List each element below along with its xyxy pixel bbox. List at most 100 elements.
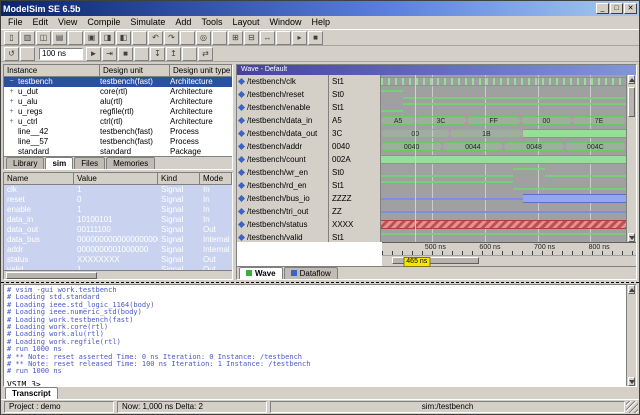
paste-button[interactable]: ◧: [116, 31, 131, 45]
continue-run-button[interactable]: ⇥: [102, 47, 117, 61]
wave-signal-name-row[interactable]: /testbench/valid: [237, 231, 328, 242]
expand-icon[interactable]: +: [7, 87, 16, 96]
menu-item[interactable]: Simulate: [125, 16, 170, 29]
transcript-prompt[interactable]: VSIM 3>: [7, 376, 623, 386]
wave-row[interactable]: [381, 153, 626, 166]
toolbar-separator[interactable]: [20, 47, 35, 61]
expand-icon[interactable]: +: [7, 107, 16, 116]
menu-item[interactable]: Window: [264, 16, 306, 29]
object-row[interactable]: data_in 10100101 Signal In: [4, 215, 232, 225]
scroll-up-arrow-icon[interactable]: [628, 285, 635, 294]
redo-button[interactable]: ↷: [164, 31, 179, 45]
wave-row[interactable]: A53CFF007E: [381, 114, 626, 127]
wave-signal-name-row[interactable]: /testbench/enable: [237, 101, 328, 114]
wave-tab[interactable]: Dataflow: [284, 267, 338, 279]
object-row[interactable]: status XXXXXXXX Signal Out: [4, 255, 232, 265]
column-header-design-unit[interactable]: Design unit: [100, 65, 170, 76]
instance-tree-row[interactable]: line__42 testbench(fast) Process: [4, 127, 232, 137]
undo-button[interactable]: ↶: [148, 31, 163, 45]
instance-tree-row[interactable]: line__57 testbench(fast) Process: [4, 137, 232, 147]
wave-row[interactable]: [381, 88, 626, 101]
workspace-tab[interactable]: Files: [74, 157, 105, 169]
wave-signal-name-row[interactable]: /testbench/rd_en: [237, 179, 328, 192]
wave-cursor-time-badge[interactable]: 465 ns: [403, 257, 430, 267]
close-button[interactable]: ✕: [624, 3, 637, 14]
toolbar-separator[interactable]: [182, 47, 197, 61]
zoom-in-button[interactable]: ⊞: [228, 31, 243, 45]
restart-button[interactable]: ↺: [4, 47, 19, 61]
expand-icon[interactable]: +: [7, 97, 16, 106]
object-row[interactable]: addr 0000000001000000 Signal Internal: [4, 245, 232, 255]
toolbar-separator[interactable]: [134, 47, 149, 61]
workspace-tab[interactable]: sim: [45, 157, 73, 169]
scroll-down-arrow-icon[interactable]: [628, 233, 635, 242]
column-header-instance[interactable]: Instance: [4, 65, 100, 76]
title-bar[interactable]: ModelSim SE 6.5b _ □ ✕: [1, 1, 639, 16]
menu-item[interactable]: Add: [170, 16, 196, 29]
save-button[interactable]: ◫: [36, 31, 51, 45]
wave-signal-name-row[interactable]: /testbench/addr: [237, 140, 328, 153]
menu-item[interactable]: Tools: [196, 16, 227, 29]
expand-icon[interactable]: +: [7, 117, 16, 126]
scroll-down-arrow-icon[interactable]: [628, 377, 635, 386]
transcript-console[interactable]: # vsim -gui work.testbench# Loading std.…: [3, 284, 637, 387]
toolbar-separator[interactable]: [276, 31, 291, 45]
print-button[interactable]: ▤: [52, 31, 67, 45]
wave-signal-name-row[interactable]: /testbench/bus_io: [237, 192, 328, 205]
wave-row[interactable]: [381, 101, 626, 114]
compile-button[interactable]: ▸: [292, 31, 307, 45]
expand-icon[interactable]: [7, 147, 16, 156]
objects-horizontal-scrollbar[interactable]: [4, 270, 232, 279]
menu-item[interactable]: Layout: [227, 16, 264, 29]
column-header-design-unit-type[interactable]: Design unit type: [170, 65, 232, 76]
wave-canvas[interactable]: A53CFF007E001B004000440048004C: [381, 75, 626, 242]
menu-item[interactable]: View: [53, 16, 82, 29]
run-length-input[interactable]: [39, 48, 83, 60]
step-button[interactable]: ↧: [150, 47, 165, 61]
instance-tree-row[interactable]: + u_dut core(rtl) Architecture: [4, 87, 232, 97]
zoom-full-button[interactable]: ↔: [260, 31, 275, 45]
wave-row[interactable]: 004000440048004C: [381, 140, 626, 153]
wave-signal-name-row[interactable]: /testbench/wr_en: [237, 166, 328, 179]
expand-icon[interactable]: [7, 137, 16, 146]
wave-signal-name-row[interactable]: /testbench/count: [237, 153, 328, 166]
compile-all-button[interactable]: ■: [308, 31, 323, 45]
wave-window-title[interactable]: Wave - Default: [237, 65, 636, 75]
wave-tab[interactable]: Wave: [239, 267, 283, 279]
object-row[interactable]: enable 1 Signal In: [4, 205, 232, 215]
scrollbar-thumb[interactable]: [6, 272, 97, 279]
wave-row[interactable]: [381, 231, 626, 242]
wave-signal-name-row[interactable]: /testbench/clk: [237, 75, 328, 88]
wave-timeline-ruler[interactable]: 500 ns600 ns700 ns800 ns: [382, 242, 636, 255]
resize-grip-icon[interactable]: [626, 401, 638, 413]
toolbar-separator[interactable]: [68, 31, 83, 45]
wave-row[interactable]: [381, 218, 626, 231]
menu-item[interactable]: Edit: [28, 16, 54, 29]
transcript-vertical-scrollbar[interactable]: [626, 285, 636, 386]
wave-signal-name-row[interactable]: /testbench/data_out: [237, 127, 328, 140]
workspace-tab[interactable]: Library: [6, 157, 44, 169]
column-header-mode[interactable]: Mode: [200, 173, 232, 184]
wave-cursor-line[interactable]: [415, 75, 416, 242]
wave-signal-name-row[interactable]: /testbench/reset: [237, 88, 328, 101]
run-button[interactable]: ►: [86, 47, 101, 61]
step-over-button[interactable]: ↥: [166, 47, 181, 61]
menu-item[interactable]: Compile: [82, 16, 125, 29]
maximize-button[interactable]: □: [610, 3, 623, 14]
scrollbar-thumb[interactable]: [628, 87, 635, 117]
wave-row[interactable]: [381, 192, 626, 205]
object-row[interactable]: data_out 00111100 Signal Out: [4, 225, 232, 235]
instance-tree-row[interactable]: − testbench testbench(fast) Architecture: [4, 77, 232, 87]
swap-button[interactable]: ⇄: [198, 47, 213, 61]
toolbar-separator[interactable]: [180, 31, 195, 45]
zoom-out-button[interactable]: ⊟: [244, 31, 259, 45]
cut-button[interactable]: ▣: [84, 31, 99, 45]
wave-row[interactable]: [381, 179, 626, 192]
menu-item[interactable]: Help: [307, 16, 336, 29]
toolbar-separator[interactable]: [132, 31, 147, 45]
column-header-value[interactable]: Value: [74, 173, 158, 184]
object-row[interactable]: reset 0 Signal In: [4, 195, 232, 205]
instance-tree-row[interactable]: + u_ctrl ctrl(rtl) Architecture: [4, 117, 232, 127]
wave-signal-name-row[interactable]: /testbench/status: [237, 218, 328, 231]
column-header-name[interactable]: Name: [4, 173, 74, 184]
